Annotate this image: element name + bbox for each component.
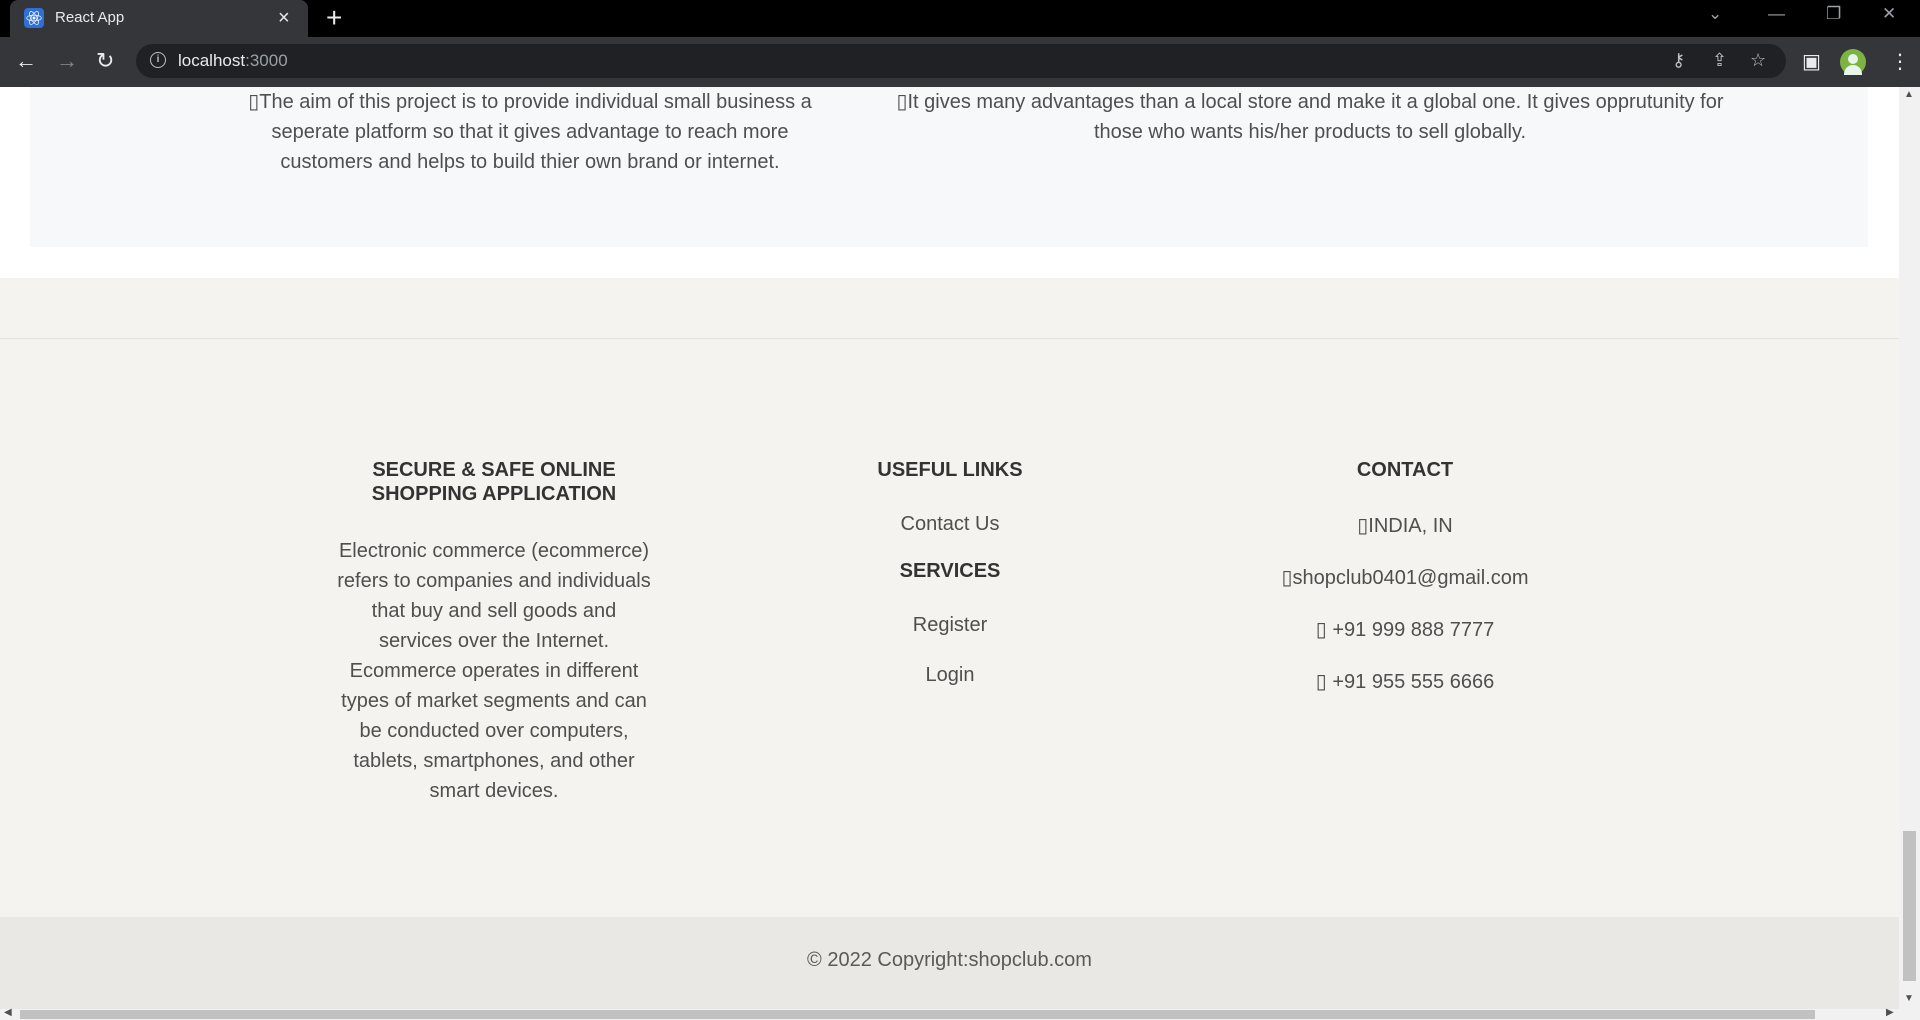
bookmark-star-icon[interactable]: ☆ xyxy=(1750,50,1766,71)
tab-title: React App xyxy=(55,9,125,26)
email-value: shopclub0401@gmail.com xyxy=(1292,567,1529,589)
about-right-text: ▯It gives many advantages than a local s… xyxy=(870,87,1750,147)
key-icon[interactable]: ⚷ xyxy=(1672,50,1685,71)
email-text: ▯shopclub0401@gmail.com xyxy=(1205,565,1605,590)
avatar-head xyxy=(1848,54,1858,64)
footer-divider xyxy=(0,338,1899,339)
side-panel-icon[interactable]: ▣ xyxy=(1802,49,1821,74)
phone2-value: +91 955 555 6666 xyxy=(1326,671,1495,693)
phone1-value: +91 999 888 7777 xyxy=(1326,619,1495,641)
footer-about-title-line1: SECURE & SAFE ONLINE xyxy=(372,459,616,481)
url-host: localhost xyxy=(178,51,246,70)
scroll-down-icon[interactable]: ▼ xyxy=(1904,993,1914,1004)
site-info-icon[interactable]: i xyxy=(150,52,166,68)
scroll-right-icon[interactable]: ▶ xyxy=(1886,1007,1894,1018)
phone2-text: ▯ +91 955 555 6666 xyxy=(1205,669,1605,694)
scroll-up-icon[interactable]: ▲ xyxy=(1904,89,1914,100)
restore-icon[interactable]: ❐ xyxy=(1826,4,1841,24)
scroll-left-icon[interactable]: ◀ xyxy=(4,1007,12,1018)
react-icon xyxy=(24,8,44,28)
about-left-text-value: The aim of this project is to provide in… xyxy=(259,91,812,173)
missing-glyph-icon: ▯ xyxy=(896,91,908,113)
footer-about-text: Electronic commerce (ecommerce) refers t… xyxy=(337,540,651,802)
about-card: ▯The aim of this project is to provide i… xyxy=(30,87,1868,247)
copyright-bar: © 2022 Copyright:shopclub.com xyxy=(0,917,1899,1009)
missing-glyph-icon: ▯ xyxy=(248,91,260,113)
address-url[interactable]: localhost:3000 xyxy=(178,51,288,71)
browser-tab[interactable]: React App × xyxy=(10,0,308,37)
avatar-body xyxy=(1844,65,1862,75)
useful-links-title: USEFUL LINKS xyxy=(877,459,1023,481)
home-icon: ▯ xyxy=(1357,515,1369,537)
print-icon: ▯ xyxy=(1315,671,1327,693)
horizontal-scroll-thumb[interactable] xyxy=(20,1010,1815,1019)
vertical-scrollbar[interactable]: ▲ ▼ xyxy=(1899,87,1920,1009)
horizontal-scrollbar[interactable]: ◀ ▶ xyxy=(0,1007,1920,1020)
menu-icon[interactable]: ⋮ xyxy=(1890,49,1910,74)
phone1-text: ▯ +91 999 888 7777 xyxy=(1205,617,1605,642)
login-link[interactable]: Login xyxy=(830,664,1070,687)
phone-icon: ▯ xyxy=(1315,619,1327,641)
footer-about-column: SECURE & SAFE ONLINE SHOPPING APPLICATIO… xyxy=(334,458,654,806)
services-title: SERVICES xyxy=(899,560,1001,582)
tab-search-icon[interactable]: ⌄ xyxy=(1708,4,1722,24)
browser-titlebar: React App × + ⌄ — ❐ ✕ xyxy=(0,0,1920,37)
footer: SECURE & SAFE ONLINE SHOPPING APPLICATIO… xyxy=(0,278,1899,918)
browser-toolbar: ← → ↻ i localhost:3000 ⚷ ⇪ ☆ ▣ ⋮ xyxy=(0,37,1920,87)
url-port: :3000 xyxy=(245,51,288,70)
back-icon[interactable]: ← xyxy=(15,49,37,73)
contact-us-link[interactable]: Contact Us xyxy=(830,513,1070,536)
register-link[interactable]: Register xyxy=(830,614,1070,637)
minimize-icon[interactable]: — xyxy=(1768,4,1785,24)
page-viewport: ▯The aim of this project is to provide i… xyxy=(0,87,1899,1009)
vertical-scroll-thumb[interactable] xyxy=(1903,831,1916,981)
location-text: ▯INDIA, IN xyxy=(1205,513,1605,538)
reload-icon[interactable]: ↻ xyxy=(96,49,114,73)
about-right-text-value: It gives many advantages than a local st… xyxy=(907,91,1724,143)
footer-contact-column: CONTACT ▯INDIA, IN ▯shopclub0401@gmail.c… xyxy=(1205,458,1605,694)
share-icon[interactable]: ⇪ xyxy=(1712,50,1727,71)
location-value: INDIA, IN xyxy=(1368,515,1453,537)
footer-about-title: SECURE & SAFE ONLINE SHOPPING APPLICATIO… xyxy=(334,458,654,506)
copyright-text: © 2022 Copyright:shopclub.com xyxy=(807,949,1092,971)
about-left-text: ▯The aim of this project is to provide i… xyxy=(240,87,820,177)
contact-title: CONTACT xyxy=(1356,459,1454,481)
address-bar[interactable]: i localhost:3000 ⚷ ⇪ ☆ xyxy=(136,44,1786,78)
footer-about-title-line2: SHOPPING APPLICATION xyxy=(371,483,617,505)
envelope-icon: ▯ xyxy=(1281,567,1293,589)
close-window-icon[interactable]: ✕ xyxy=(1882,4,1896,24)
close-tab-icon[interactable]: × xyxy=(278,6,290,30)
forward-icon[interactable]: → xyxy=(56,49,78,73)
footer-links-column: USEFUL LINKS Contact Us SERVICES Registe… xyxy=(830,458,1070,687)
new-tab-button[interactable]: + xyxy=(326,3,342,33)
profile-avatar[interactable] xyxy=(1840,49,1866,75)
